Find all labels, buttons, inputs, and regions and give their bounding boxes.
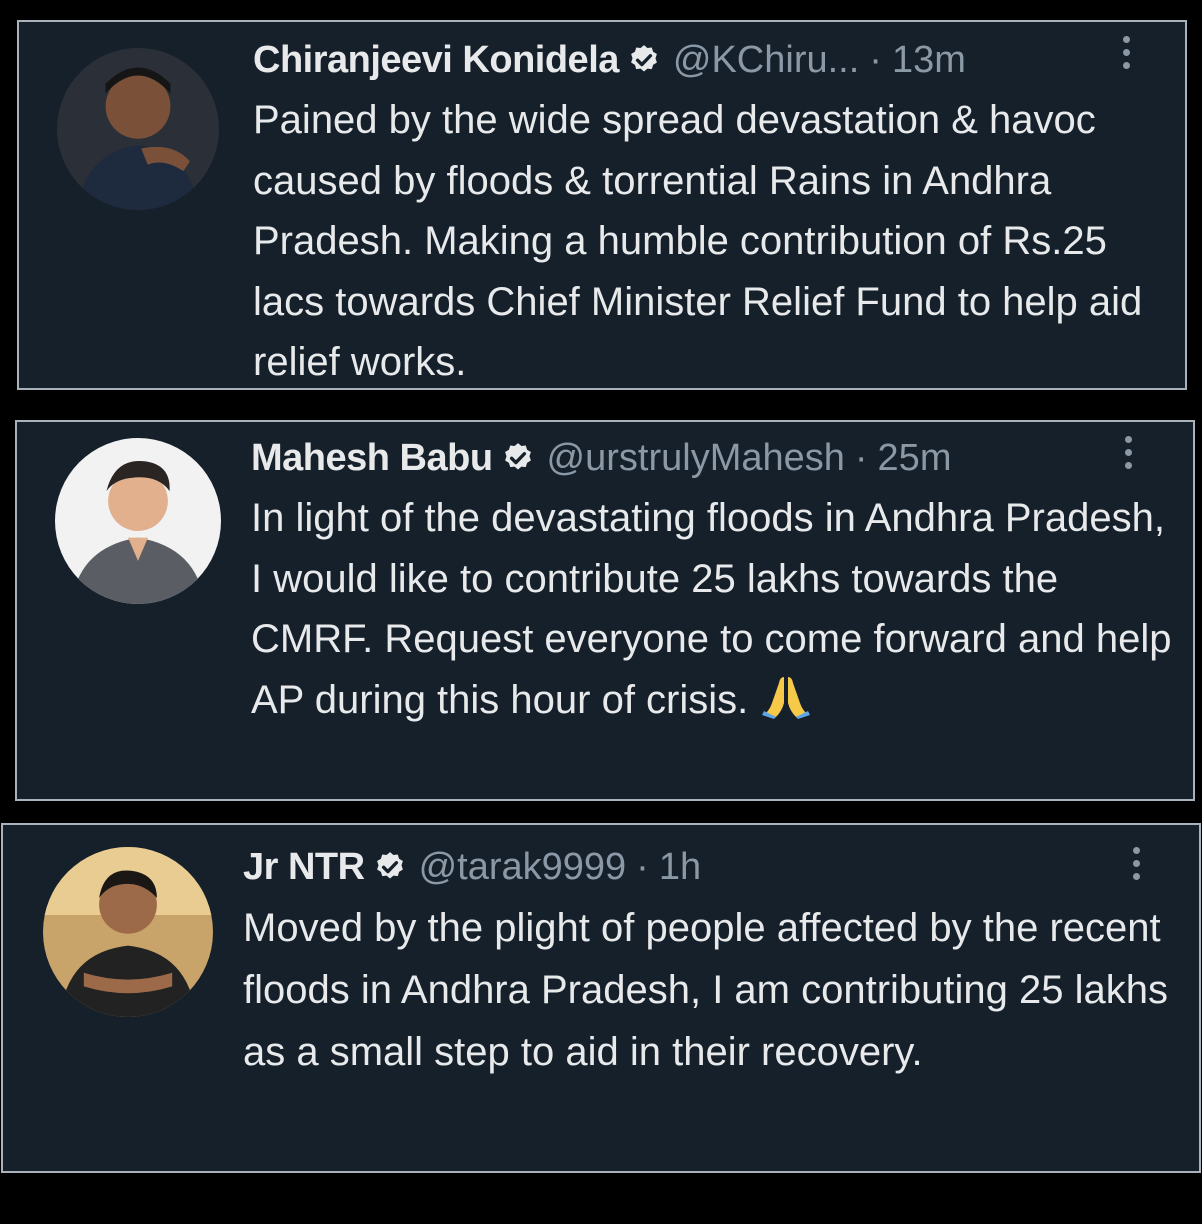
- more-options-icon[interactable]: [1123, 36, 1133, 76]
- more-options-icon[interactable]: [1133, 847, 1143, 887]
- avatar-photo: [55, 438, 221, 604]
- tweet-card[interactable]: Chiranjeevi Konidela @KChiru... · 13m Pa…: [17, 20, 1187, 390]
- avatar-photo: [43, 847, 213, 1017]
- tweet-text: In light of the devastating floods in An…: [251, 488, 1173, 730]
- tweet-content: Chiranjeevi Konidela @KChiru... · 13m Pa…: [253, 30, 1165, 393]
- folded-hands-icon: [762, 673, 811, 719]
- tweet-header: Jr NTR @tarak9999 · 1h: [243, 837, 1179, 897]
- tweet-header: Mahesh Babu @urstrulyMahesh · 25m: [251, 428, 1173, 488]
- verified-badge-icon: [627, 43, 661, 77]
- tweet-content: Jr NTR @tarak9999 · 1h Moved by the plig…: [243, 837, 1179, 1083]
- author-name[interactable]: Jr NTR: [243, 846, 365, 889]
- tweet-card[interactable]: Mahesh Babu @urstrulyMahesh · 25m In lig…: [15, 420, 1195, 801]
- verified-badge-icon: [373, 850, 407, 884]
- author-name[interactable]: Chiranjeevi Konidela: [253, 39, 619, 82]
- tweet-text-body: In light of the devastating floods in An…: [251, 496, 1172, 722]
- tweet-text: Moved by the plight of people affected b…: [243, 906, 1168, 1074]
- tweet-text: Pained by the wide spread devastation & …: [253, 98, 1143, 384]
- tweet-timestamp[interactable]: 1h: [659, 846, 701, 889]
- tweet-content: Mahesh Babu @urstrulyMahesh · 25m In lig…: [251, 428, 1173, 730]
- tweet-card[interactable]: Jr NTR @tarak9999 · 1h Moved by the plig…: [1, 823, 1201, 1173]
- separator-dot: ·: [636, 845, 649, 888]
- tweet-timestamp[interactable]: 13m: [892, 39, 966, 82]
- author-name[interactable]: Mahesh Babu: [251, 437, 493, 480]
- avatar[interactable]: [55, 438, 221, 604]
- separator-dot: ·: [854, 436, 868, 479]
- avatar-photo: [57, 48, 219, 210]
- author-handle[interactable]: @urstrulyMahesh: [547, 437, 845, 480]
- verified-badge-icon: [501, 441, 535, 475]
- author-handle[interactable]: @tarak9999: [419, 846, 627, 889]
- avatar[interactable]: [43, 847, 213, 1017]
- author-handle[interactable]: @KChiru...: [673, 39, 859, 82]
- avatar[interactable]: [57, 48, 219, 210]
- separator-dot: ·: [869, 38, 882, 81]
- more-options-icon[interactable]: [1125, 436, 1135, 476]
- tweet-timestamp[interactable]: 25m: [878, 437, 952, 480]
- tweet-header: Chiranjeevi Konidela @KChiru... · 13m: [253, 30, 1165, 90]
